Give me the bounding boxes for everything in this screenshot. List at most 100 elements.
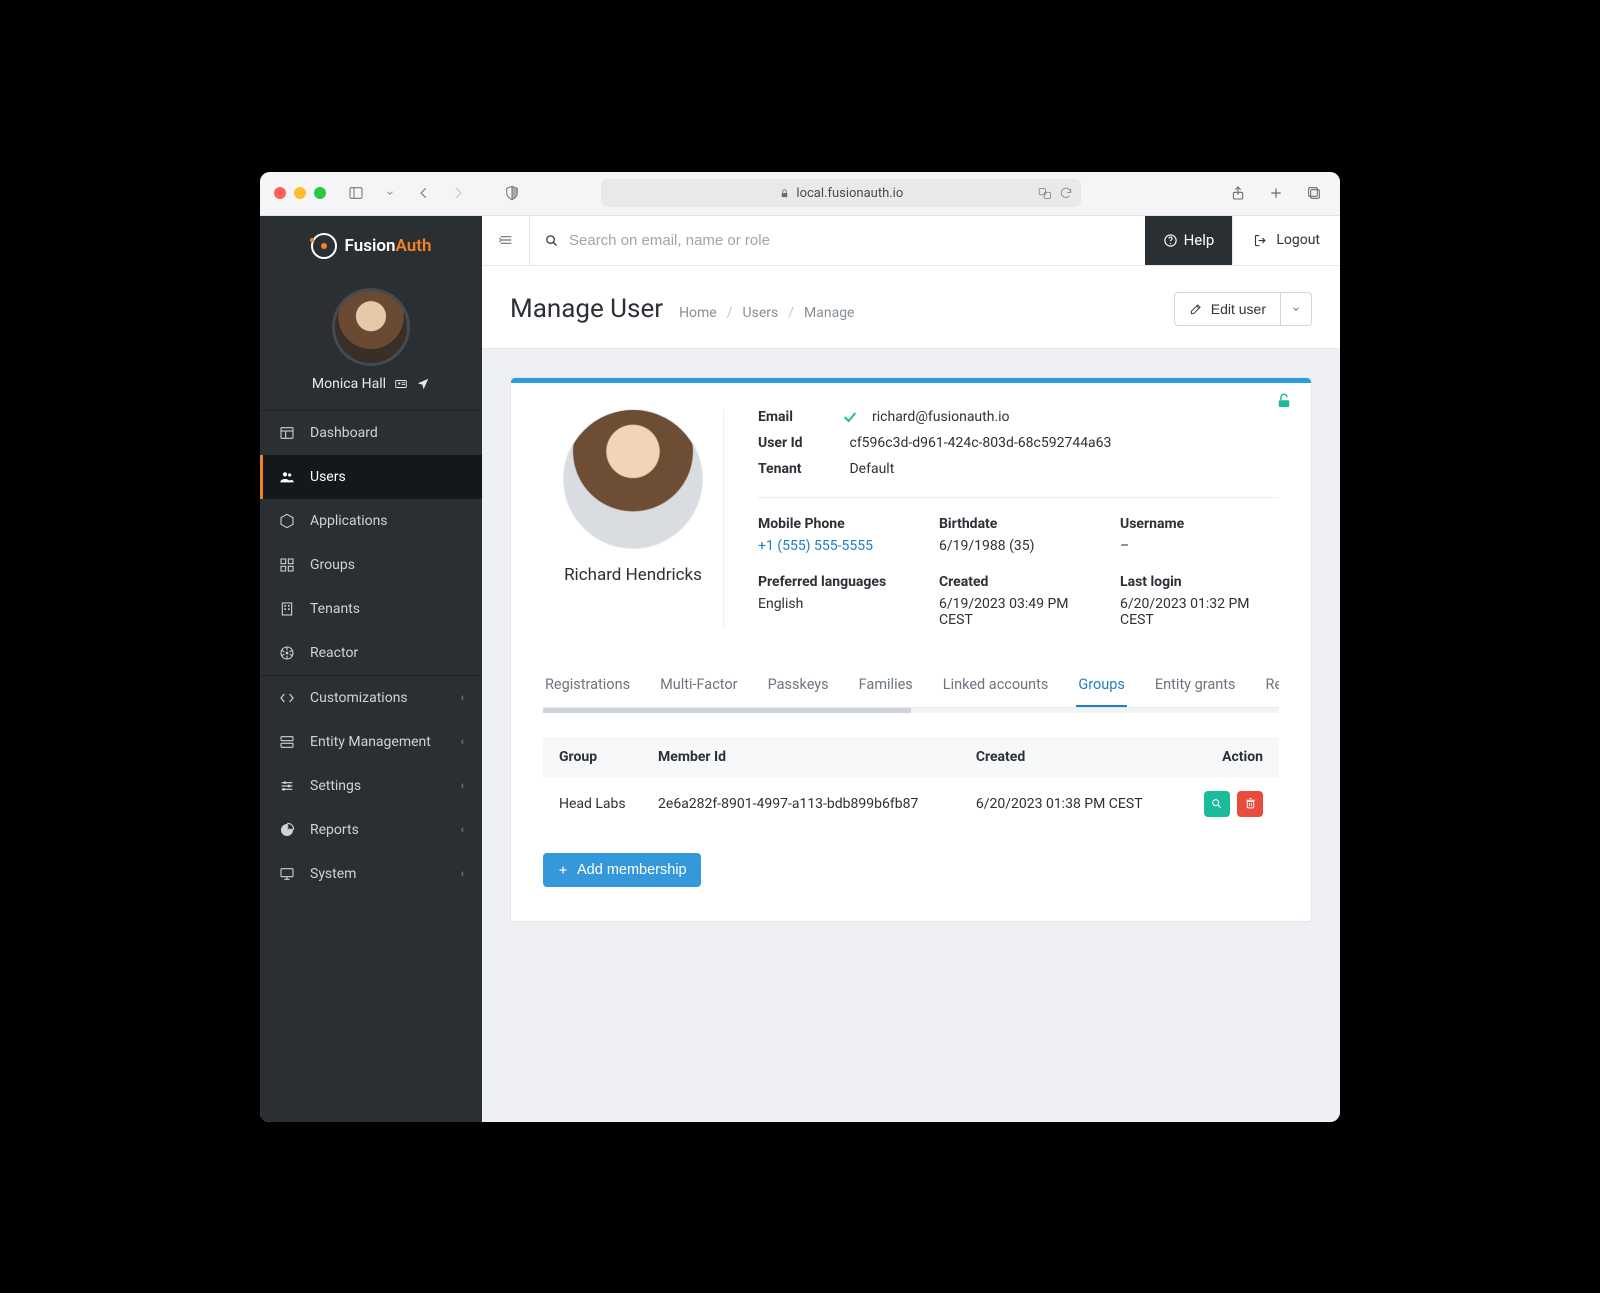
edit-user-label: Edit user [1211, 301, 1266, 317]
sidebar-item-groups[interactable]: Groups [260, 543, 482, 587]
tab-linked-accounts[interactable]: Linked accounts [941, 664, 1051, 707]
sidebar-item-entity-management[interactable]: Entity Management ‹ [260, 720, 482, 764]
col-member-id: Member Id [648, 737, 966, 777]
sidebar-item-applications[interactable]: Applications [260, 499, 482, 543]
translate-icon[interactable] [1038, 186, 1053, 201]
tab-multi-factor[interactable]: Multi-Factor [658, 664, 740, 707]
edit-user-dropdown[interactable] [1281, 292, 1312, 326]
sidebar-item-label: Customizations [310, 690, 408, 706]
brand-part2: Auth [395, 236, 431, 256]
new-tab-icon[interactable] [1264, 181, 1288, 205]
sidebar-item-dashboard[interactable]: Dashboard [260, 411, 482, 455]
sidebar-item-users[interactable]: Users [260, 455, 482, 499]
browser-window: local.fusionauth.io [260, 172, 1340, 1122]
nav-back-icon[interactable] [412, 181, 436, 205]
view-action-button[interactable] [1204, 791, 1230, 817]
breadcrumb: Home / Users / Manage [679, 305, 854, 321]
sidebar-item-customizations[interactable]: Customizations ‹ [260, 676, 482, 720]
sidebar-item-label: Reactor [310, 645, 358, 661]
nav-forward-icon[interactable] [446, 181, 470, 205]
sidebar-item-system[interactable]: System ‹ [260, 852, 482, 896]
tabs-section: Registrations Multi-Factor Passkeys Fami… [543, 664, 1279, 887]
verified-icon [842, 409, 858, 425]
edit-user-button[interactable]: Edit user [1174, 292, 1281, 326]
chevron-left-icon: ‹ [461, 867, 464, 880]
userid-label: User Id [758, 435, 828, 451]
tabs: Registrations Multi-Factor Passkeys Fami… [543, 664, 1279, 708]
sidebar-item-label: Reports [310, 822, 359, 838]
window-close-icon[interactable] [274, 187, 286, 199]
divider [758, 497, 1279, 498]
breadcrumb-item[interactable]: Home [679, 305, 717, 321]
share-icon[interactable] [1226, 181, 1250, 205]
field-username: Username – [1120, 516, 1279, 554]
delete-action-button[interactable] [1237, 791, 1263, 817]
unlock-icon[interactable] [1275, 392, 1293, 410]
window-minimize-icon[interactable] [294, 187, 306, 199]
table-row: Head Labs 2e6a282f-8901-4997-a113-bdb899… [543, 777, 1279, 831]
field-preferred-languages: Preferred languages English [758, 574, 917, 628]
chevron-down-icon[interactable] [378, 181, 402, 205]
userid-value: cf596c3d-d961-424c-803d-68c592744a63 [849, 435, 1111, 451]
sidebar-item-label: System [310, 866, 356, 882]
tabs-scrollbar[interactable] [543, 708, 1279, 713]
help-button[interactable]: Help [1145, 216, 1233, 265]
email-value: richard@fusionauth.io [872, 409, 1010, 425]
location-icon[interactable] [416, 377, 430, 391]
content: Richard Hendricks Email richard@fusionau… [482, 349, 1340, 1122]
tab-groups[interactable]: Groups [1076, 664, 1127, 707]
col-created: Created [966, 737, 1178, 777]
browser-url-bar[interactable]: local.fusionauth.io [601, 179, 1081, 207]
sidebar-item-settings[interactable]: Settings ‹ [260, 764, 482, 808]
window-controls [274, 187, 326, 199]
tab-entity-grants[interactable]: Entity grants [1153, 664, 1238, 707]
breadcrumb-item[interactable]: Users [743, 305, 779, 321]
users-icon [278, 469, 296, 485]
tenant-value: Default [849, 461, 894, 477]
tab-overflow[interactable]: Re [1264, 664, 1279, 707]
sidebar-item-tenants[interactable]: Tenants [260, 587, 482, 631]
page-title: Manage User [510, 294, 663, 324]
search-input[interactable] [569, 232, 1131, 249]
logout-button[interactable]: Logout [1232, 216, 1340, 265]
header-actions: Edit user [1174, 292, 1312, 326]
collapse-sidebar-icon[interactable] [482, 216, 530, 265]
add-membership-button[interactable]: Add membership [543, 853, 701, 887]
mobile-phone-link[interactable]: +1 (555) 555-5555 [758, 538, 873, 554]
sidebar-toggle-icon[interactable] [344, 181, 368, 205]
reactor-icon [278, 645, 296, 661]
search-icon [544, 233, 559, 248]
field-last-login: Last login 6/20/2023 01:32 PM CEST [1120, 574, 1279, 628]
sidebar-item-reactor[interactable]: Reactor [260, 631, 482, 675]
col-action: Action [1178, 737, 1279, 777]
tab-passkeys[interactable]: Passkeys [766, 664, 831, 707]
sidebar-profile: Monica Hall [260, 276, 482, 410]
sidebar-item-label: Entity Management [310, 734, 431, 750]
shield-icon[interactable] [500, 181, 524, 205]
avatar[interactable] [332, 288, 410, 366]
secondary-nav: Customizations ‹ Entity Management ‹ Set… [260, 676, 482, 896]
server-icon [278, 734, 296, 750]
sidebar-item-label: Groups [310, 557, 355, 573]
tab-families[interactable]: Families [857, 664, 915, 707]
sidebar-item-label: Dashboard [310, 425, 378, 441]
tabs-icon[interactable] [1302, 181, 1326, 205]
field-mobile-phone: Mobile Phone +1 (555) 555-5555 [758, 516, 917, 554]
user-card: Richard Hendricks Email richard@fusionau… [510, 377, 1312, 922]
reload-icon[interactable] [1059, 186, 1073, 201]
window-maximize-icon[interactable] [314, 187, 326, 199]
groups-icon [278, 557, 296, 573]
chevron-left-icon: ‹ [461, 779, 464, 792]
primary-nav: Dashboard Users Applications Groups Tena… [260, 410, 482, 676]
logo-mark-icon [311, 233, 337, 259]
chart-icon [278, 822, 296, 838]
applications-icon [278, 513, 296, 529]
tab-registrations[interactable]: Registrations [543, 664, 632, 707]
sidebar-item-reports[interactable]: Reports ‹ [260, 808, 482, 852]
topbar: Help Logout [482, 216, 1340, 266]
id-card-icon[interactable] [394, 377, 408, 391]
sidebar: FusionAuth Monica Hall Dashboard Users [260, 216, 482, 1122]
tenant-label: Tenant [758, 461, 828, 477]
profile-summary: Richard Hendricks [543, 409, 723, 628]
brand-logo[interactable]: FusionAuth [260, 216, 482, 276]
